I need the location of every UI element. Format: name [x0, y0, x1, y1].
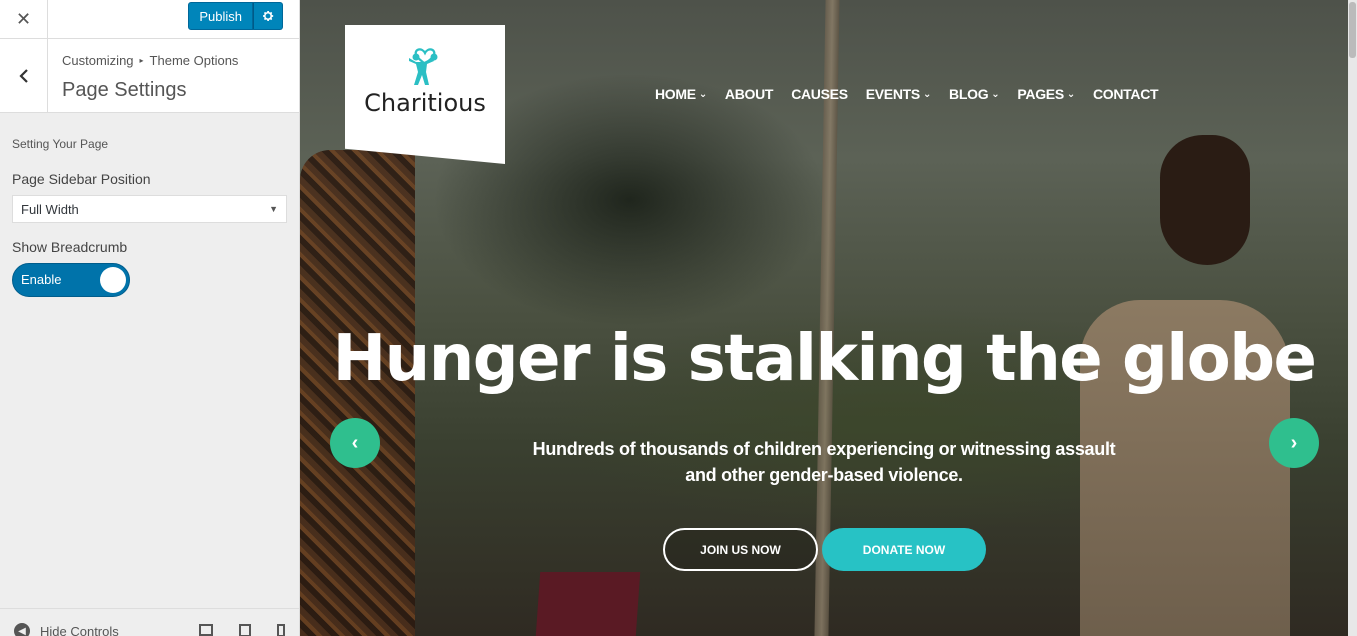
preview-scrollbar[interactable] — [1348, 0, 1357, 636]
logo-people-icon — [409, 48, 438, 85]
toggle-state-label: Enable — [21, 272, 62, 287]
site-preview: Charitious HOME ⌄ ABOUT CAUSES EVENTS ⌄ BL… — [300, 0, 1357, 636]
join-us-button[interactable]: JOIN US NOW — [663, 528, 818, 571]
chevron-down-icon: ⌄ — [1066, 89, 1075, 100]
hide-controls-button[interactable]: ◀ Hide Controls — [14, 623, 119, 636]
main-nav: HOME ⌄ ABOUT CAUSES EVENTS ⌄ BLOG ⌄ PAGES ⌄ … — [655, 86, 1159, 102]
hero-background-figure-head — [1160, 135, 1250, 265]
nav-item-about[interactable]: ABOUT — [724, 86, 774, 102]
nav-item-pages[interactable]: PAGES ⌄ — [1017, 86, 1075, 102]
breadcrumb: Customizing ▸ Theme Options — [62, 53, 238, 68]
nav-label: PAGES — [1017, 86, 1064, 102]
nav-label: BLOG — [949, 86, 989, 102]
chevron-down-icon: ⌄ — [698, 89, 707, 100]
publish-settings-button[interactable] — [253, 2, 283, 30]
breadcrumb-root: Customizing — [62, 53, 134, 68]
nav-label: ABOUT — [724, 86, 774, 102]
chevron-down-icon: ⌄ — [922, 89, 932, 100]
sidebar-position-select[interactable]: Full Width ▼ — [12, 195, 287, 223]
section-description: Setting Your Page — [12, 137, 109, 151]
chevron-left-icon: ‹ — [351, 431, 359, 454]
toggle-knob — [100, 267, 126, 293]
customizer-sidebar: ✕ Publish Customizing ▸ Theme Options Pa… — [0, 0, 300, 636]
show-breadcrumb-label: Show Breadcrumb — [12, 239, 128, 255]
nav-label: HOME — [655, 86, 696, 102]
publish-button[interactable]: Publish — [188, 2, 253, 30]
nav-label: EVENTS — [865, 86, 921, 102]
close-icon[interactable]: ✕ — [0, 0, 48, 39]
publish-group: Publish — [188, 2, 283, 30]
tablet-icon[interactable] — [239, 624, 251, 636]
controls-panel: Setting Your Page Page Sidebar Position … — [0, 113, 299, 297]
collapse-icon: ◀ — [14, 623, 30, 636]
nav-item-causes[interactable]: CAUSES — [791, 86, 848, 102]
section-header: Customizing ▸ Theme Options Page Setting… — [0, 39, 299, 113]
slider-prev-button[interactable]: ‹ — [330, 418, 380, 468]
show-breadcrumb-toggle[interactable]: Enable — [12, 263, 130, 297]
nav-item-contact[interactable]: CONTACT — [1092, 86, 1159, 102]
hero-background-cloth — [535, 572, 641, 636]
breadcrumb-parent: Theme Options — [149, 53, 239, 68]
sidebar-position-value: Full Width — [21, 201, 79, 217]
sidebar-position-label: Page Sidebar Position — [12, 171, 151, 187]
device-switcher — [199, 624, 285, 636]
hero-title: Hunger is stalking the globe — [332, 322, 1317, 396]
customizer-header: ✕ Publish — [0, 0, 299, 39]
customizer-footer: ◀ Hide Controls — [0, 608, 299, 636]
nav-item-blog[interactable]: BLOG ⌄ — [949, 86, 1000, 102]
gear-icon — [263, 10, 274, 22]
caret-down-icon: ▼ — [269, 204, 278, 214]
chevron-right-icon: › — [1290, 431, 1298, 454]
nav-item-events[interactable]: EVENTS ⌄ — [865, 86, 932, 102]
nav-item-home[interactable]: HOME ⌄ — [655, 86, 707, 102]
hero-subtitle: Hundreds of thousands of children experi… — [300, 436, 1348, 488]
chevron-down-icon: ⌄ — [991, 89, 1000, 100]
chevron-left-icon — [18, 68, 28, 83]
nav-label: CONTACT — [1092, 86, 1159, 102]
back-button[interactable] — [0, 39, 48, 112]
hero-subtitle-line-2: and other gender-based violence. — [685, 465, 963, 485]
donate-button[interactable]: DONATE NOW — [822, 528, 986, 571]
section-title: Page Settings — [62, 79, 187, 101]
hide-controls-label: Hide Controls — [40, 623, 119, 636]
logo-text: Charitious — [364, 89, 486, 117]
mobile-icon[interactable] — [277, 624, 285, 636]
hero-subtitle-line-1: Hundreds of thousands of children experi… — [532, 439, 1116, 459]
slider-next-button[interactable]: › — [1269, 418, 1319, 468]
nav-label: CAUSES — [791, 86, 848, 102]
breadcrumb-separator-icon: ▸ — [139, 56, 144, 65]
desktop-icon[interactable] — [199, 624, 213, 636]
scrollbar-thumb[interactable] — [1349, 2, 1356, 58]
site-logo[interactable]: Charitious — [345, 25, 505, 164]
